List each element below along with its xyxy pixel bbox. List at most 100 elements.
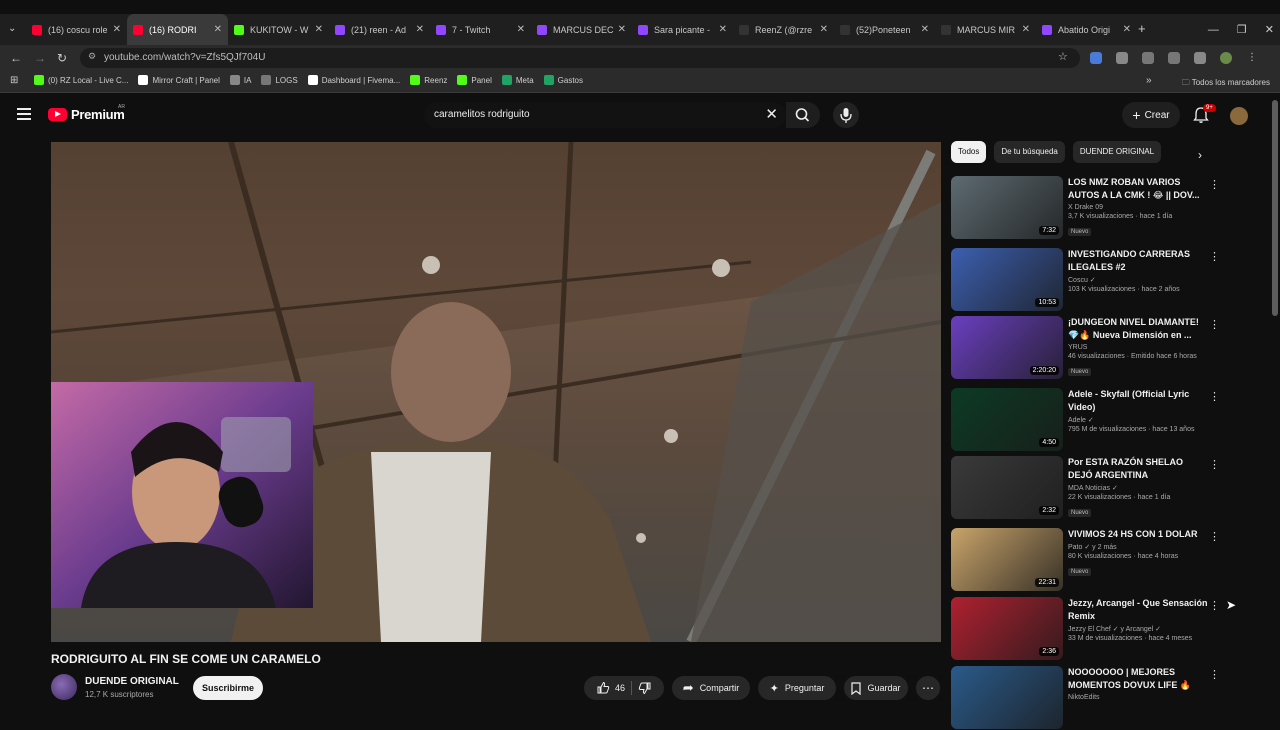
save-button[interactable]: Guardar (844, 676, 908, 700)
bookmark-item[interactable]: Dashboard | Fivema... (307, 75, 400, 85)
search-box[interactable]: caramelitos rodriguito ✕ (424, 102, 786, 128)
recommended-channel[interactable]: YRUS (1068, 344, 1208, 351)
recommended-channel[interactable]: MDA Noticias ✓ (1068, 484, 1208, 492)
browser-tab[interactable]: (21) reen - Ad ✕ (329, 14, 430, 45)
close-tab-icon[interactable]: ✕ (416, 24, 424, 35)
more-options-icon[interactable]: ⋮ (1209, 390, 1220, 403)
forward-icon[interactable]: → (34, 51, 46, 65)
bookmark-item[interactable]: Reenz (410, 75, 447, 85)
extension-icon[interactable] (1116, 52, 1128, 64)
recommended-channel[interactable]: Jezzy El Chef ✓ y Arcangel ✓ (1068, 625, 1208, 633)
recommended-video[interactable]: 22:31 VIVIMOS 24 HS CON 1 DOLAR Pato ✓ y 2… (951, 528, 1251, 592)
chip-from-search[interactable]: De tu búsqueda (994, 141, 1065, 163)
ask-button[interactable]: ✦ Preguntar (758, 676, 836, 700)
account-avatar[interactable] (1230, 107, 1248, 125)
browser-tab[interactable]: (52)Poneteen ✕ (834, 14, 935, 45)
video-thumbnail[interactable]: 2:36 (951, 597, 1063, 660)
recommended-video[interactable]: NOOOOOOO | MEJORES MOMENTOS DOVUX LIFE 🔥… (951, 666, 1251, 730)
close-tab-icon[interactable]: ✕ (820, 24, 828, 35)
recommended-title[interactable]: Por ESTA RAZÓN SHELAO DEJÓ ARGENTINA (1068, 456, 1208, 482)
minimize-icon[interactable]: — (1208, 24, 1219, 36)
recommended-title[interactable]: LOS NMZ ROBAN VARIOS AUTOS A LA CMK ! 😂 … (1068, 176, 1208, 202)
recommended-video[interactable]: 7:32 LOS NMZ ROBAN VARIOS AUTOS A LA CMK … (951, 176, 1251, 240)
back-icon[interactable]: ← (10, 51, 22, 65)
tab-search-icon[interactable]: ⌄ (8, 23, 16, 34)
subscribe-button[interactable]: Suscribirme (193, 676, 263, 700)
apps-grid-icon[interactable]: ⊞ (10, 75, 18, 86)
recommended-video[interactable]: 2:32 Por ESTA RAZÓN SHELAO DEJÓ ARGENTINA… (951, 456, 1251, 520)
close-tab-icon[interactable]: ✕ (113, 24, 121, 35)
recommended-title[interactable]: NOOOOOOO | MEJORES MOMENTOS DOVUX LIFE 🔥 (1068, 666, 1208, 692)
recommended-title[interactable]: Adele - Skyfall (Official Lyric Video) (1068, 388, 1208, 414)
reload-icon[interactable]: ↻ (57, 51, 67, 65)
more-options-icon[interactable]: ⋮ (1209, 458, 1220, 471)
bookmark-item[interactable]: Panel (457, 75, 492, 85)
video-thumbnail[interactable]: 22:31 (951, 528, 1063, 591)
video-thumbnail[interactable]: 7:32 (951, 176, 1063, 239)
browser-tab[interactable]: ReenZ (@rzre ✕ (733, 14, 834, 45)
close-tab-icon[interactable]: ✕ (214, 24, 222, 35)
video-thumbnail[interactable]: 2:32 (951, 456, 1063, 519)
browser-tab[interactable]: Sara picante - ✕ (632, 14, 733, 45)
like-button[interactable]: 46 (596, 681, 625, 695)
extension-icon[interactable] (1090, 52, 1102, 64)
extension-icon[interactable] (1142, 52, 1154, 64)
more-options-icon[interactable]: ⋮ (1209, 530, 1220, 543)
browser-tab[interactable]: Abatido Origi ✕ (1036, 14, 1137, 45)
all-bookmarks-folder[interactable]: 🗀 Todos los marcadores (1182, 77, 1270, 91)
bookmark-item[interactable]: Mirror Craft | Panel (138, 75, 220, 85)
chip-channel[interactable]: DUENDE ORIGINAL (1072, 141, 1162, 163)
chip-all[interactable]: Todos (951, 141, 987, 163)
recommended-video[interactable]: 2:36 Jezzy, Arcangel - Que Sensación Remi… (951, 597, 1251, 661)
browser-tab[interactable]: KUKITOW - W ✕ (228, 14, 329, 45)
browser-tab[interactable]: (16) RODRI ✕ (127, 14, 228, 45)
create-button[interactable]: + Crear (1122, 102, 1180, 128)
browser-tab[interactable]: (16) coscu role ✕ (26, 14, 127, 45)
video-player[interactable] (51, 142, 941, 642)
bookmark-item[interactable]: LOGS (261, 75, 298, 85)
voice-search-button[interactable] (833, 102, 859, 128)
recommended-title[interactable]: INVESTIGANDO CARRERAS ILEGALES #2 (1068, 248, 1208, 274)
video-thumbnail[interactable]: 10:53 (951, 248, 1063, 311)
clear-search-icon[interactable]: ✕ (765, 105, 778, 123)
browser-tab[interactable]: 7 - Twitch ✕ (430, 14, 531, 45)
more-bookmarks-icon[interactable]: » (1146, 75, 1152, 86)
close-tab-icon[interactable]: ✕ (1123, 24, 1131, 35)
browser-menu-icon[interactable]: ⋮ (1246, 52, 1258, 64)
browser-tab[interactable]: MARCUS DEC ✕ (531, 14, 632, 45)
bookmark-star-icon[interactable]: ☆ (1058, 50, 1068, 63)
share-button[interactable]: ➦ Compartir (672, 676, 750, 700)
thumbs-down-icon[interactable] (638, 681, 652, 695)
search-input[interactable]: caramelitos rodriguito (434, 109, 530, 120)
more-actions-button[interactable]: ⋯ (916, 676, 940, 700)
chevron-right-icon[interactable]: › (1198, 148, 1202, 162)
maximize-icon[interactable]: ❐ (1237, 23, 1247, 36)
recommended-title[interactable]: VIVIMOS 24 HS CON 1 DOLAR (1068, 528, 1208, 541)
close-tab-icon[interactable]: ✕ (315, 24, 323, 35)
video-thumbnail[interactable]: 2:20:20 (951, 316, 1063, 379)
bookmark-item[interactable]: IA (229, 75, 251, 85)
url-field[interactable]: ⚙ youtube.com/watch?v=Zfs5QJf704U (80, 48, 1080, 68)
close-tab-icon[interactable]: ✕ (517, 24, 525, 35)
hamburger-menu-icon[interactable] (17, 108, 31, 120)
bookmark-item[interactable]: Gastos (543, 75, 583, 85)
recommended-video[interactable]: 4:50 Adele - Skyfall (Official Lyric Vide… (951, 388, 1251, 452)
bookmark-item[interactable]: Meta (501, 75, 534, 85)
recommended-video[interactable]: 2:20:20 ¡DUNGEON NIVEL DIAMANTE! 💎🔥 Nueva… (951, 316, 1251, 380)
bookmark-item[interactable]: (0) RZ Local - Live C... (34, 75, 128, 85)
recommended-channel[interactable]: X Drake 09 (1068, 204, 1208, 211)
more-options-icon[interactable]: ⋮ (1209, 250, 1220, 263)
more-options-icon[interactable]: ⋮ (1209, 178, 1220, 191)
close-tab-icon[interactable]: ✕ (921, 24, 929, 35)
close-window-icon[interactable]: ✕ (1265, 23, 1274, 36)
close-tab-icon[interactable]: ✕ (1022, 24, 1030, 35)
video-thumbnail[interactable]: 4:50 (951, 388, 1063, 451)
new-tab-button[interactable]: + (1138, 21, 1146, 36)
recommended-title[interactable]: Jezzy, Arcangel - Que Sensación Remix (1068, 597, 1208, 623)
channel-avatar[interactable] (51, 674, 77, 700)
recommended-channel[interactable]: NiktoEdits (1068, 694, 1208, 701)
search-button[interactable] (786, 102, 820, 128)
close-tab-icon[interactable]: ✕ (618, 24, 626, 35)
more-options-icon[interactable]: ⋮ (1209, 668, 1220, 681)
page-scrollbar[interactable] (1272, 100, 1278, 316)
